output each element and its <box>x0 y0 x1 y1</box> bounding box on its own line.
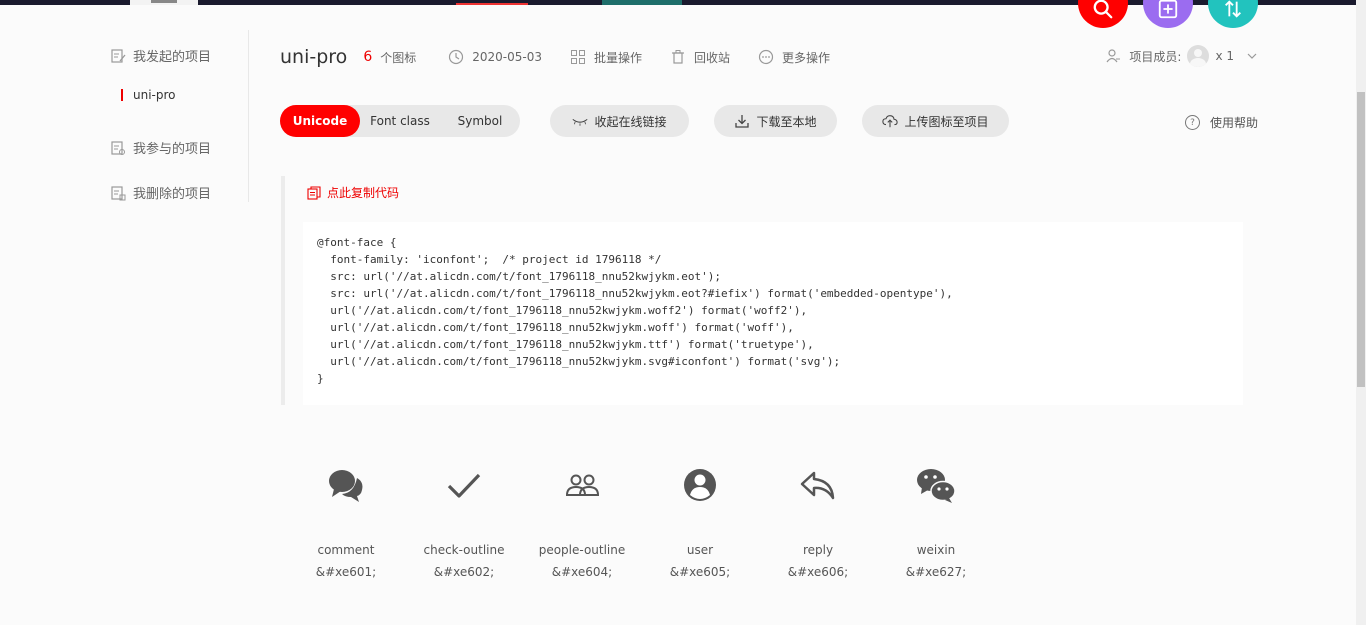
add-fab-button[interactable] <box>1143 0 1193 28</box>
batch-operation-button[interactable]: 批量操作 <box>570 49 642 66</box>
icon-name: reply <box>802 543 834 557</box>
eye-closed-icon <box>572 118 589 126</box>
collapse-link-label: 收起在线链接 <box>594 114 667 129</box>
sidebar-item-joined-projects[interactable]: 我参与的项目 <box>110 138 211 157</box>
icon-card-comment[interactable]: comment &#xe601; <box>287 465 405 583</box>
tab-symbol[interactable]: Symbol <box>440 105 520 137</box>
sidebar-item-label: 我删除的项目 <box>133 187 212 202</box>
members-icon <box>1106 49 1121 63</box>
download-label: 下载至本地 <box>756 114 817 129</box>
download-button[interactable]: 下载至本地 <box>714 105 837 137</box>
icon-card-reply[interactable]: reply &#xe606; <box>759 465 877 583</box>
weixin-icon <box>917 469 956 503</box>
sidebar-item-my-projects[interactable]: 我发起的项目 <box>110 46 211 65</box>
joined-document-icon <box>111 140 125 155</box>
search-fab-button[interactable] <box>1078 0 1128 28</box>
active-marker <box>121 89 123 101</box>
icon-name: weixin <box>916 543 956 557</box>
sort-fab-button[interactable] <box>1208 0 1258 28</box>
icon-card-weixin[interactable]: weixin &#xe627; <box>877 465 995 583</box>
project-sidebar: 我发起的项目 uni-pro 我参与的项目 我删除的项目 <box>0 30 249 202</box>
icon-card-check-outline[interactable]: check-outline &#xe602; <box>405 465 523 583</box>
more-dots-icon <box>758 49 774 65</box>
sort-arrows-icon <box>1225 0 1241 18</box>
top-nav-tab-active[interactable] <box>130 0 198 5</box>
icon-name: user <box>686 543 714 557</box>
code-block[interactable]: @font-face { font-family: 'iconfont'; /*… <box>303 222 1243 405</box>
icon-card-user[interactable]: user &#xe605; <box>641 465 759 583</box>
icon-code: &#xe605; <box>669 565 731 579</box>
sidebar-item-label: 我发起的项目 <box>133 50 212 65</box>
comment-icon <box>329 470 363 502</box>
copy-code-button[interactable]: 点此复制代码 <box>307 184 399 201</box>
icon-count: 6 <box>363 49 373 65</box>
members-label: 项目成员: <box>1129 49 1182 64</box>
deleted-document-icon <box>111 185 126 200</box>
top-nav-tab-indicator <box>456 3 528 5</box>
icon-count-label: 个图标 <box>380 50 417 65</box>
grid-icon <box>571 50 585 64</box>
check-outline-icon <box>447 473 481 498</box>
help-label: 使用帮助 <box>1209 116 1258 130</box>
recycle-bin-button[interactable]: 回收站 <box>670 49 730 66</box>
tab-unicode[interactable]: Unicode <box>280 105 360 137</box>
page-scrollbar[interactable] <box>1356 0 1366 625</box>
tab-font-class[interactable]: Font class <box>360 105 440 137</box>
code-format-tabs: Unicode Font class Symbol <box>280 105 520 137</box>
created-date: 2020-05-03 <box>448 49 542 65</box>
edit-document-icon <box>111 48 126 63</box>
icon-name: comment <box>317 543 375 557</box>
cloud-upload-icon <box>882 115 899 128</box>
icon-code: &#xe606; <box>787 565 849 579</box>
avatar <box>1187 45 1210 67</box>
copy-code-label: 点此复制代码 <box>327 186 400 200</box>
upload-icons-button[interactable]: 上传图标至项目 <box>862 105 1009 137</box>
trash-icon <box>672 50 685 64</box>
sidebar-item-label: 我参与的项目 <box>133 142 212 157</box>
copy-document-icon <box>307 185 321 200</box>
font-face-code: @font-face { font-family: 'iconfont'; /*… <box>317 236 953 385</box>
icon-code: &#xe627; <box>905 565 967 579</box>
download-icon <box>735 115 750 128</box>
upload-label: 上传图标至项目 <box>904 114 989 129</box>
chevron-down-icon <box>1247 53 1257 59</box>
sidebar-item-label: uni-pro <box>133 88 176 102</box>
icon-name: people-outline <box>538 543 626 557</box>
recycle-label: 回收站 <box>694 50 731 65</box>
batch-label: 批量操作 <box>594 50 643 65</box>
scrollbar-thumb[interactable] <box>1357 92 1365 387</box>
more-label: 更多操作 <box>782 50 831 65</box>
icon-card-people-outline[interactable]: people-outline &#xe604; <box>523 465 641 583</box>
top-nav-tab[interactable] <box>602 0 682 5</box>
icon-code: &#xe601; <box>315 565 377 579</box>
project-header: uni-pro 6 个图标 2020-05-03 批量操作 回收站 更多操作 <box>280 42 858 72</box>
members-count: x 1 <box>1215 49 1234 63</box>
date-text: 2020-05-03 <box>472 50 542 64</box>
search-icon <box>1093 0 1113 19</box>
sidebar-item-uni-pro[interactable]: uni-pro <box>121 88 176 102</box>
add-icon <box>1158 0 1178 19</box>
people-outline-icon <box>565 474 600 496</box>
icon-name: check-outline <box>423 543 505 557</box>
sidebar-item-deleted-projects[interactable]: 我删除的项目 <box>110 183 211 202</box>
help-icon: ? <box>1184 115 1200 130</box>
help-link[interactable]: ? 使用帮助 <box>1184 114 1258 131</box>
project-members[interactable]: 项目成员: x 1 <box>1105 45 1258 67</box>
icon-code: &#xe602; <box>433 565 495 579</box>
more-operations-button[interactable]: 更多操作 <box>758 49 830 66</box>
page-title: uni-pro <box>280 46 348 68</box>
clock-icon <box>449 49 464 65</box>
user-icon <box>684 469 716 501</box>
code-panel: 点此复制代码 @font-face { font-family: 'iconfo… <box>281 176 1243 405</box>
icon-code: &#xe604; <box>551 565 613 579</box>
reply-icon <box>800 471 835 500</box>
collapse-link-button[interactable]: 收起在线链接 <box>550 105 689 137</box>
